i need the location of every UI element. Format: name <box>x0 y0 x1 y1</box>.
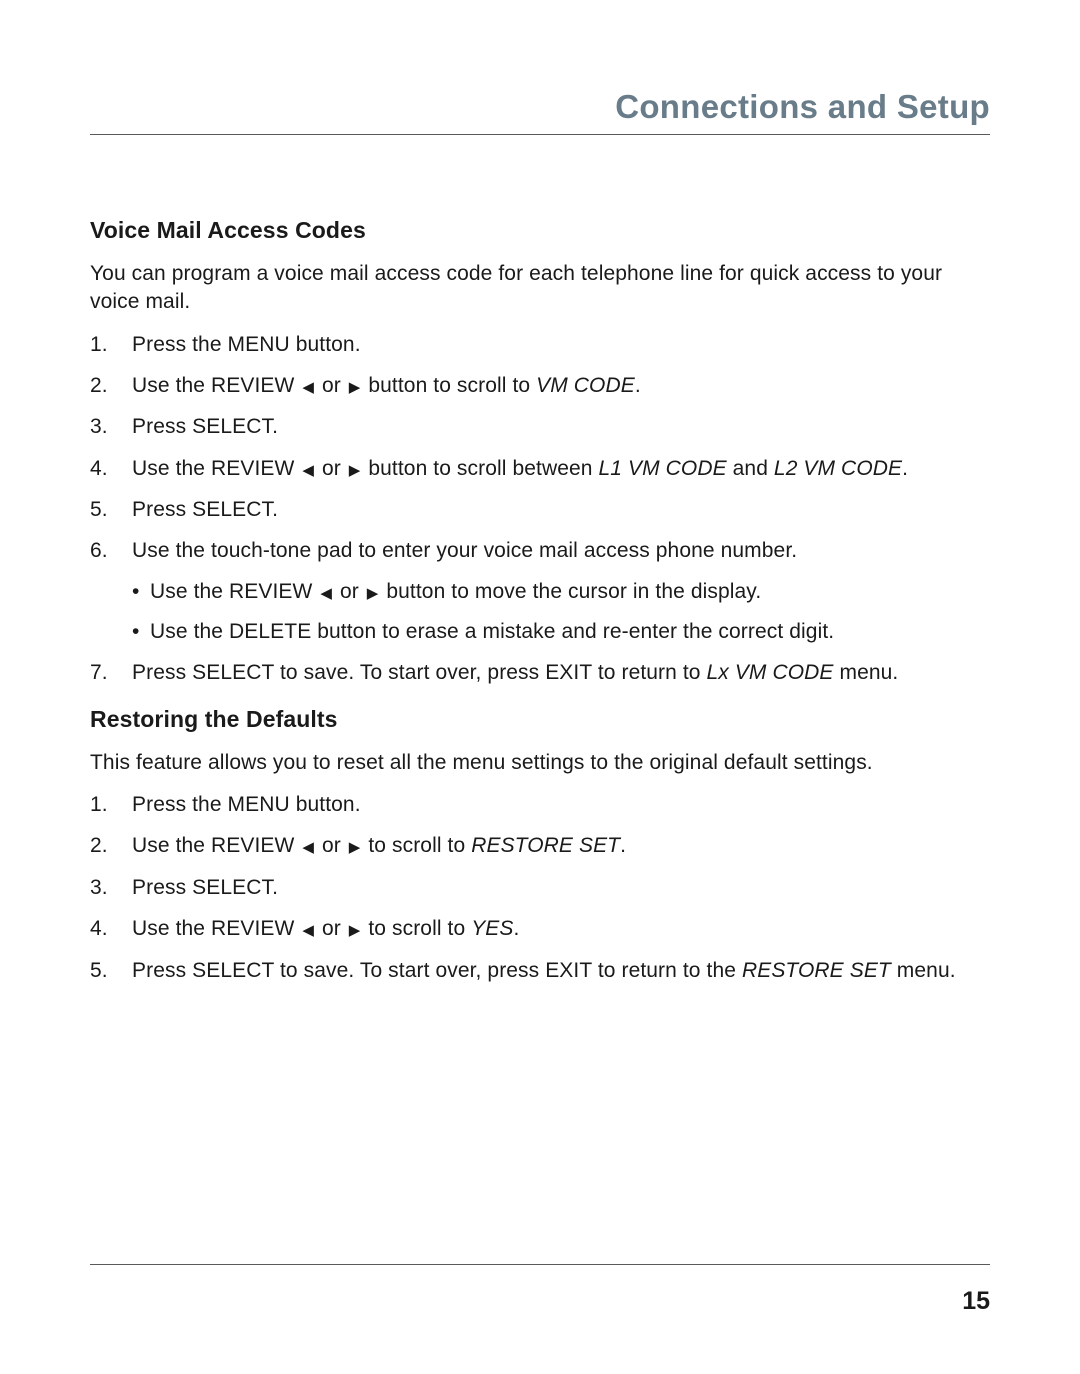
step-text: or <box>316 457 347 480</box>
step-text: Press SELECT to save. To start over, pre… <box>132 661 707 684</box>
menu-label: Lx VM CODE <box>707 661 834 684</box>
step-text: menu. <box>891 959 956 982</box>
page-header-title: Connections and Setup <box>90 88 990 135</box>
step-text: . <box>514 917 520 940</box>
step-text: Press the MENU button. <box>132 333 361 356</box>
right-arrow-icon: ▶ <box>347 461 363 481</box>
list-item: Use the REVIEW ◀ or ▶ to scroll to YES. <box>90 915 990 943</box>
step-text: Use the touch-tone pad to enter your voi… <box>132 539 797 562</box>
list-item: Use the REVIEW ◀ or ▶ button to scroll t… <box>90 372 990 400</box>
list-item: Use the touch-tone pad to enter your voi… <box>90 537 990 646</box>
left-arrow-icon: ◀ <box>318 584 334 604</box>
section2-steps-list: Press the MENU button. Use the REVIEW ◀ … <box>90 791 990 985</box>
step-text: or <box>334 580 365 603</box>
step-text: button to scroll to <box>362 374 536 397</box>
step-text: to scroll to <box>362 834 471 857</box>
left-arrow-icon: ◀ <box>300 461 316 481</box>
list-item: Press SELECT. <box>90 413 990 441</box>
menu-label: L2 VM CODE <box>774 457 902 480</box>
step-text: . <box>902 457 908 480</box>
menu-label: L1 VM CODE <box>599 457 727 480</box>
page-footer: 15 <box>90 1264 990 1316</box>
step-text: Press SELECT. <box>132 498 278 521</box>
step-text: Press SELECT. <box>132 876 278 899</box>
section1-intro: You can program a voice mail access code… <box>90 260 990 317</box>
list-item: Press SELECT to save. To start over, pre… <box>90 957 990 985</box>
list-item: Use the REVIEW ◀ or ▶ button to move the… <box>132 578 990 606</box>
step-text: Use the DELETE button to erase a mistake… <box>150 620 834 643</box>
menu-label: VM CODE <box>536 374 635 397</box>
step-text: and <box>727 457 774 480</box>
step-text: menu. <box>834 661 899 684</box>
step-text: or <box>316 374 347 397</box>
step-text: to scroll to <box>362 917 471 940</box>
list-item: Press SELECT. <box>90 496 990 524</box>
left-arrow-icon: ◀ <box>300 838 316 858</box>
left-arrow-icon: ◀ <box>300 378 316 398</box>
list-item: Press the MENU button. <box>90 791 990 819</box>
sub-bullet-list: Use the REVIEW ◀ or ▶ button to move the… <box>132 578 990 647</box>
step-text: button to move the cursor in the display… <box>380 580 761 603</box>
section2-intro: This feature allows you to reset all the… <box>90 749 990 777</box>
step-text: Use the REVIEW <box>150 580 318 603</box>
step-text: Use the REVIEW <box>132 374 300 397</box>
left-arrow-icon: ◀ <box>300 921 316 941</box>
step-text: . <box>620 834 626 857</box>
step-text: Use the REVIEW <box>132 834 300 857</box>
menu-label: RESTORE SET <box>471 834 620 857</box>
step-text: Press the MENU button. <box>132 793 361 816</box>
list-item: Use the REVIEW ◀ or ▶ to scroll to RESTO… <box>90 832 990 860</box>
step-text: button to scroll between <box>362 457 598 480</box>
list-item: Use the REVIEW ◀ or ▶ button to scroll b… <box>90 455 990 483</box>
step-text: . <box>635 374 641 397</box>
step-text: Press SELECT. <box>132 415 278 438</box>
step-text: or <box>316 834 347 857</box>
right-arrow-icon: ▶ <box>347 838 363 858</box>
section-heading-restoring: Restoring the Defaults <box>90 706 990 733</box>
section1-steps-list: Press the MENU button. Use the REVIEW ◀ … <box>90 331 990 688</box>
right-arrow-icon: ▶ <box>365 584 381 604</box>
step-text: Press SELECT to save. To start over, pre… <box>132 959 742 982</box>
section-heading-voice-mail: Voice Mail Access Codes <box>90 217 990 244</box>
list-item: Press SELECT. <box>90 874 990 902</box>
right-arrow-icon: ▶ <box>347 378 363 398</box>
right-arrow-icon: ▶ <box>347 921 363 941</box>
menu-label: RESTORE SET <box>742 959 891 982</box>
list-item: Press the MENU button. <box>90 331 990 359</box>
page-number: 15 <box>90 1287 990 1316</box>
menu-label: YES <box>471 917 513 940</box>
step-text: Use the REVIEW <box>132 917 300 940</box>
list-item: Press SELECT to save. To start over, pre… <box>90 659 990 687</box>
footer-rule <box>90 1264 990 1265</box>
list-item: Use the DELETE button to erase a mistake… <box>132 618 990 646</box>
step-text: Use the REVIEW <box>132 457 300 480</box>
step-text: or <box>316 917 347 940</box>
